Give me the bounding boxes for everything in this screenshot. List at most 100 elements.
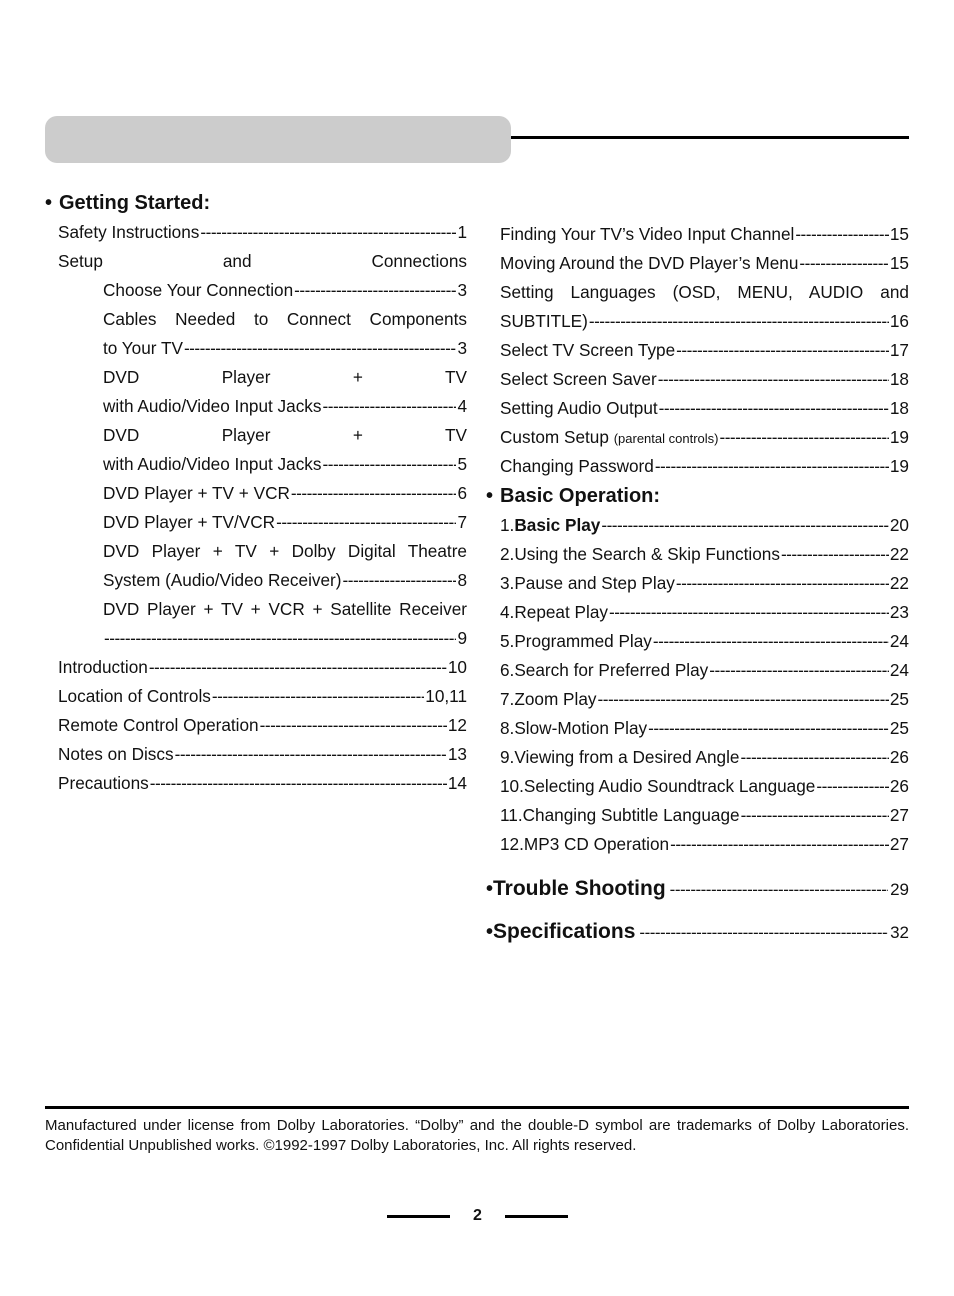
- entry-page: 24: [889, 660, 909, 680]
- entry-text: Setting Audio Output: [500, 398, 658, 418]
- dot-leader: [719, 423, 888, 452]
- toc-entry[interactable]: 10.Selecting Audio Soundtrack Language 26: [486, 772, 909, 801]
- toc-entry[interactable]: Setting Audio Output 18: [486, 394, 909, 423]
- toc-entry[interactable]: 7.Zoom Play 25: [486, 685, 909, 714]
- toc-entry[interactable]: Remote Control Operation 12: [45, 711, 467, 740]
- toc-entry[interactable]: with Audio/Video Input Jacks 4: [45, 392, 467, 421]
- entry-page: 29: [890, 880, 909, 899]
- toc-entry[interactable]: Choose Your Connection 3: [45, 276, 467, 305]
- entry-text: Slow-Motion Play: [514, 718, 648, 738]
- entry-label: Changing Password: [500, 452, 654, 481]
- toc-entry[interactable]: Finding Your TV’s Video Input Channel 15: [486, 220, 909, 249]
- entry-page: 15: [889, 224, 909, 244]
- entry-page: 18: [889, 369, 909, 389]
- toc-entry[interactable]: Cables Needed to Connect Components: [45, 305, 467, 334]
- dot-leader: [589, 307, 889, 336]
- entry-label: DVD Player + TV + Dolby Digital Theatre: [103, 537, 467, 566]
- toc-entry[interactable]: Select TV Screen Type 17: [486, 336, 909, 365]
- entry-text: DVD Player + TV + Dolby Digital Theatre: [103, 541, 467, 561]
- dot-leader: [799, 249, 888, 278]
- toc-entry[interactable]: 6.Search for Preferred Play 24: [486, 656, 909, 685]
- toc-entry[interactable]: Location of Controls 10,11: [45, 682, 467, 711]
- toc-entry[interactable]: Setup and Connections: [45, 247, 467, 276]
- entry-page: 5: [457, 454, 467, 474]
- toc-entry[interactable]: Custom Setup (parental controls) 19: [486, 423, 909, 452]
- entry-text: with Audio/Video Input Jacks: [103, 454, 322, 474]
- dot-leader: [212, 682, 424, 711]
- dot-leader: [175, 740, 447, 769]
- dolby-license-note: Manufactured under license from Dolby La…: [45, 1117, 909, 1154]
- entry-label: Trouble Shooting: [493, 877, 666, 900]
- dot-leader: [260, 711, 447, 740]
- toc-entry-trouble-shooting[interactable]: • Trouble Shooting 29: [486, 867, 909, 910]
- toc-entry[interactable]: 8.Slow-Motion Play 25: [486, 714, 909, 743]
- bullet-icon: •: [486, 485, 494, 507]
- toc-entry[interactable]: Precautions 14: [45, 769, 467, 798]
- entry-page: 1: [457, 222, 467, 242]
- toc-entry[interactable]: 2.Using the Search & Skip Functions 22: [486, 540, 909, 569]
- toc-entry[interactable]: 3.Pause and Step Play 22: [486, 569, 909, 598]
- toc-entry[interactable]: DVD Player + TV: [45, 363, 467, 392]
- toc-entry[interactable]: to Your TV 3: [45, 334, 467, 363]
- toc-entry[interactable]: Select Screen Saver 18: [486, 365, 909, 394]
- entry-label: Moving Around the DVD Player’s Menu: [500, 249, 798, 278]
- dot-leader: [658, 365, 889, 394]
- entry-text: Moving Around the DVD Player’s Menu: [500, 253, 799, 273]
- toc-entry[interactable]: 1.Basic Play 20: [486, 511, 909, 540]
- entry-label: DVD Player + TV: [103, 363, 467, 392]
- toc-entry[interactable]: with Audio/Video Input Jacks 5: [45, 450, 467, 479]
- entry-number: 4.: [500, 602, 515, 622]
- entry-label: Choose Your Connection: [103, 276, 293, 305]
- toc-entry[interactable]: 11.Changing Subtitle Language 27: [486, 801, 909, 830]
- entry-text: Choose Your Connection: [103, 280, 294, 300]
- dot-leader: [816, 772, 889, 801]
- entry-label: 10.Selecting Audio Soundtrack Language: [500, 772, 815, 801]
- basic-operation-entries: 1.Basic Play 20 2.Using the Search & Skip …: [486, 511, 909, 859]
- dot-leader: [149, 653, 447, 682]
- entry-page: 22: [889, 544, 909, 564]
- toc-entry[interactable]: 5.Programmed Play 24: [486, 627, 909, 656]
- entry-text: Introduction: [58, 657, 148, 677]
- section-title-basic-operation: • Basic Operation:: [486, 481, 909, 511]
- entry-page: 10: [447, 657, 467, 677]
- toc-entry[interactable]: DVD Player + TV/VCR 7: [45, 508, 467, 537]
- toc-entry[interactable]: DVD Player + TV + VCR 6: [45, 479, 467, 508]
- toc-entry[interactable]: System (Audio/Video Receiver) 8: [45, 566, 467, 595]
- entry-text: Changing Subtitle Language: [522, 805, 740, 825]
- toc-entry[interactable]: Introduction 10: [45, 653, 467, 682]
- toc-entry[interactable]: SUBTITLE) 16: [486, 307, 909, 336]
- toc-entry[interactable]: 4.Repeat Play 23: [486, 598, 909, 627]
- toc-entry[interactable]: DVD Player + TV + VCR + Satellite Receiv…: [45, 595, 467, 624]
- entry-page: 32: [890, 923, 909, 942]
- dot-leader: [150, 769, 447, 798]
- toc-entry[interactable]: DVD Player + TV: [45, 421, 467, 450]
- toc-entry[interactable]: Moving Around the DVD Player’s Menu 15: [486, 249, 909, 278]
- toc-entry[interactable]: Setting Languages (OSD, MENU, AUDIO and: [486, 278, 909, 307]
- entry-label: 3.Pause and Step Play: [500, 569, 675, 598]
- dot-leader: [276, 508, 456, 537]
- entry-page: 27: [889, 834, 909, 854]
- entry-page: 26: [889, 776, 909, 796]
- entry-page: 7: [457, 512, 467, 532]
- entry-text: with Audio/Video Input Jacks: [103, 396, 322, 416]
- toc-entry[interactable]: DVD Player + TV + Dolby Digital Theatre: [45, 537, 467, 566]
- toc-entry[interactable]: 9: [45, 624, 467, 653]
- entry-text: Cables Needed to Connect Components: [103, 309, 467, 329]
- toc-entry-specifications[interactable]: • Specifications 32: [486, 910, 909, 953]
- entry-page: 9: [457, 628, 467, 648]
- entry-number: 12.: [500, 834, 524, 854]
- toc-entry[interactable]: 9.Viewing from a Desired Angle 26: [486, 743, 909, 772]
- dot-leader: [670, 830, 889, 859]
- entry-text: Finding Your TV’s Video Input Channel: [500, 224, 795, 244]
- toc-entry[interactable]: Notes on Discs 13: [45, 740, 467, 769]
- entry-page: 15: [889, 253, 909, 273]
- entry-page: 16: [889, 311, 909, 331]
- toc-entry[interactable]: Safety Instructions 1: [45, 218, 467, 247]
- toc-entry[interactable]: Changing Password 19: [486, 452, 909, 481]
- toc-entry[interactable]: 12.MP3 CD Operation 27: [486, 830, 909, 859]
- entry-number: 5.: [500, 631, 515, 651]
- dot-leader: [601, 511, 889, 540]
- entry-number: 1.: [500, 515, 515, 535]
- entry-page: 3: [457, 338, 467, 358]
- page-number-block: 2: [387, 1205, 568, 1227]
